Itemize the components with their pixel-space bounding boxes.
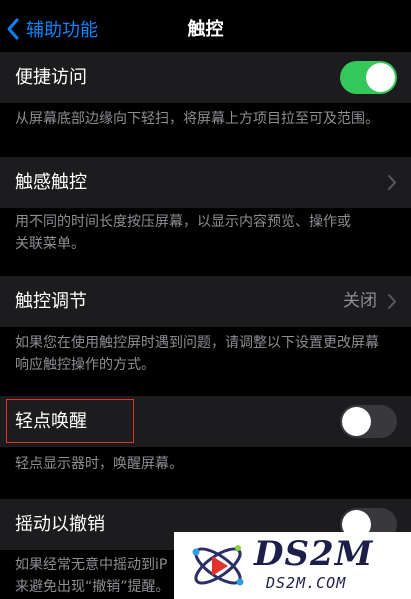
touch-accommodations-description-line: 如果您在使用触控屏时遇到问题，请调整以下设置更改屏幕 [15,335,379,351]
navigation-bar: 辅助功能 触控 [0,0,411,56]
touch-accommodations-description-line: 响应触控操作的方式。 [15,357,155,373]
haptic-touch-description: 用不同的时间长度按压屏幕，以显示内容预览、操作或 关联菜单。 [15,211,400,255]
watermark-brand: DS2M [254,534,374,574]
touch-accommodations-label: 触控调节 [15,291,87,312]
shake-to-undo-label: 摇动以撤销 [15,514,105,535]
reachability-label: 便捷访问 [15,67,87,88]
chevron-right-icon [388,175,396,190]
watermark-domain: DS2M.COM [266,574,347,592]
tap-to-wake-description: 轻点显示器时，唤醒屏幕。 [15,456,183,472]
haptic-touch-description-line: 用不同的时间长度按压屏幕，以显示内容预览、操作或 [15,214,351,230]
toggle-knob [342,407,371,436]
toggle-knob [366,63,395,92]
reachability-toggle[interactable] [340,61,397,94]
setting-row-reachability: 便捷访问 [0,52,411,103]
watermark: DS2M DS2M.COM [174,532,411,599]
reachability-description: 从屏幕底部边缘向下轻扫，将屏幕上方项目拉至可及范围。 [15,111,379,127]
highlight-box [6,399,134,443]
chevron-right-icon [388,294,396,309]
setting-row-touch-accommodations[interactable]: 触控调节 关闭 [0,276,411,327]
touch-accommodations-description: 如果您在使用触控屏时遇到问题，请调整以下设置更改屏幕 响应触控操作的方式。 [15,332,400,376]
tap-to-wake-toggle[interactable] [340,405,397,438]
touch-accommodations-value: 关闭 [343,291,377,311]
page-title: 触控 [187,19,224,40]
haptic-touch-description-line: 关联菜单。 [15,236,85,252]
haptic-touch-label: 触感触控 [15,172,87,193]
setting-row-haptic-touch[interactable]: 触感触控 [0,157,411,208]
atom-logo-icon [192,545,244,586]
